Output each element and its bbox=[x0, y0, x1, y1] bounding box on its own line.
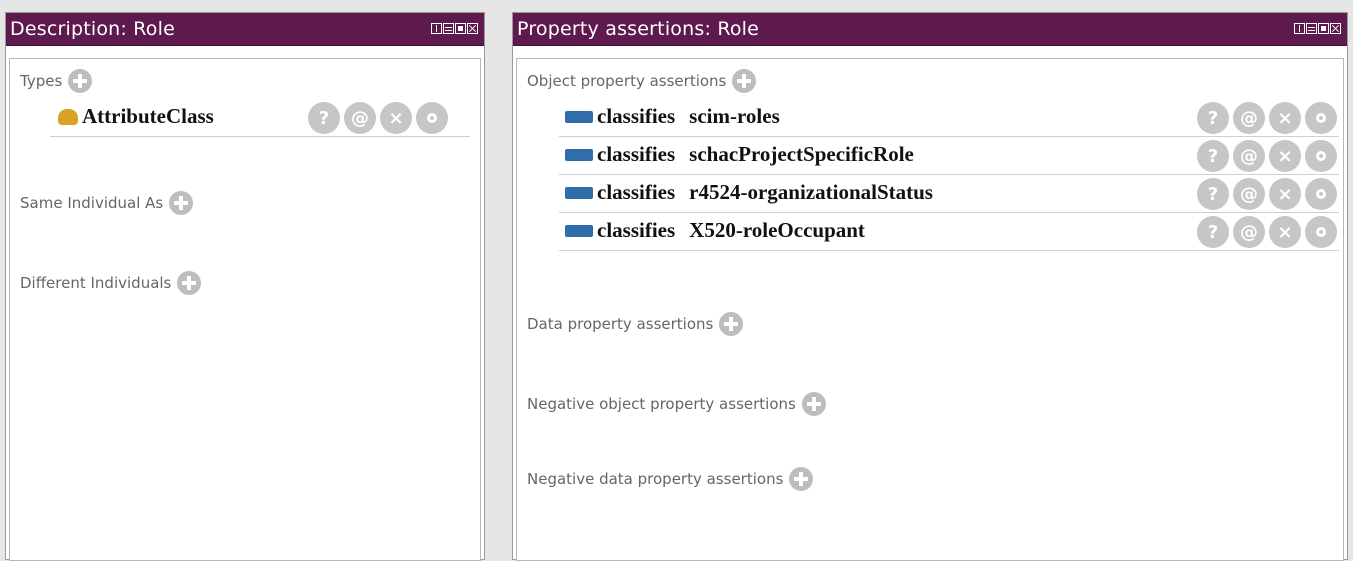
description-panel-title: Description: Role bbox=[10, 18, 175, 40]
object-property-icon bbox=[565, 186, 593, 199]
data-assertions-label: Data property assertions bbox=[527, 315, 714, 333]
object-assertion-row[interactable]: classifies X520-roleOccupant ? @ × bbox=[559, 213, 1339, 251]
edit-button[interactable] bbox=[1305, 178, 1337, 210]
property-value: r4524-organizationalStatus bbox=[689, 180, 933, 204]
class-icon bbox=[58, 108, 78, 125]
negative-object-assertions-label: Negative object property assertions bbox=[527, 395, 796, 413]
type-row[interactable]: AttributeClass ? @ × bbox=[50, 99, 470, 137]
description-panel: Description: Role Types AttributeClass ?… bbox=[5, 12, 485, 561]
edit-button[interactable] bbox=[1305, 140, 1337, 172]
add-data-assertion-button[interactable] bbox=[719, 312, 744, 336]
row-actions: ? @ × bbox=[308, 102, 448, 134]
property-value: X520-roleOccupant bbox=[689, 218, 865, 242]
property-name: classifies bbox=[597, 180, 676, 204]
edit-button[interactable] bbox=[1305, 102, 1337, 134]
annotate-button[interactable]: @ bbox=[344, 102, 376, 134]
object-assertion-row[interactable]: classifies r4524-organizationalStatus ? … bbox=[559, 175, 1339, 213]
delete-button[interactable]: × bbox=[1269, 178, 1301, 210]
add-same-individual-button[interactable] bbox=[169, 191, 194, 215]
annotate-button[interactable]: @ bbox=[1233, 102, 1265, 134]
object-property-icon bbox=[565, 110, 593, 123]
window-controls bbox=[431, 23, 478, 34]
row-actions: ? @ × bbox=[1197, 140, 1337, 172]
maximize-icon[interactable] bbox=[455, 23, 466, 34]
add-type-button[interactable] bbox=[68, 69, 93, 93]
assertions-panel-titlebar[interactable]: Property assertions: Role bbox=[513, 13, 1347, 46]
description-content: Types AttributeClass ? @ × Same Individu… bbox=[9, 58, 481, 561]
explain-button[interactable]: ? bbox=[1197, 140, 1229, 172]
add-negative-data-assertion-button[interactable] bbox=[789, 467, 814, 491]
edit-button[interactable] bbox=[1305, 216, 1337, 248]
float-icon[interactable] bbox=[1306, 23, 1317, 34]
property-value: scim-roles bbox=[689, 104, 780, 128]
window-controls bbox=[1294, 23, 1341, 34]
object-property-icon bbox=[565, 224, 593, 237]
explain-button[interactable]: ? bbox=[308, 102, 340, 134]
edit-button[interactable] bbox=[416, 102, 448, 134]
negative-object-assertions-section: Negative object property assertions bbox=[527, 392, 826, 416]
add-object-assertion-button[interactable] bbox=[732, 69, 757, 93]
explain-button[interactable]: ? bbox=[1197, 102, 1229, 134]
negative-data-assertions-label: Negative data property assertions bbox=[527, 470, 784, 488]
row-actions: ? @ × bbox=[1197, 216, 1337, 248]
maximize-icon[interactable] bbox=[1318, 23, 1329, 34]
object-assertions-section: Object property assertions bbox=[527, 69, 757, 93]
description-panel-titlebar[interactable]: Description: Role bbox=[6, 13, 484, 46]
add-different-individual-button[interactable] bbox=[177, 271, 202, 295]
different-individuals-label: Different Individuals bbox=[20, 274, 172, 292]
float-icon[interactable] bbox=[443, 23, 454, 34]
assertions-panel-title: Property assertions: Role bbox=[517, 18, 760, 40]
different-individuals-section: Different Individuals bbox=[20, 271, 202, 295]
annotate-button[interactable]: @ bbox=[1233, 178, 1265, 210]
property-value: schacProjectSpecificRole bbox=[689, 142, 914, 166]
types-section: Types bbox=[20, 69, 93, 93]
type-label: AttributeClass bbox=[82, 104, 214, 128]
object-assertion-row[interactable]: classifies scim-roles ? @ × bbox=[559, 99, 1339, 137]
explain-button[interactable]: ? bbox=[1197, 178, 1229, 210]
property-name: classifies bbox=[597, 142, 676, 166]
types-label: Types bbox=[20, 72, 63, 90]
object-assertions-label: Object property assertions bbox=[527, 72, 727, 90]
property-assertions-panel: Property assertions: Role Object propert… bbox=[512, 12, 1348, 561]
annotate-button[interactable]: @ bbox=[1233, 140, 1265, 172]
object-assertion-row[interactable]: classifies schacProjectSpecificRole ? @ … bbox=[559, 137, 1339, 175]
annotate-button[interactable]: @ bbox=[1233, 216, 1265, 248]
close-icon[interactable] bbox=[1330, 23, 1341, 34]
same-individual-section: Same Individual As bbox=[20, 191, 194, 215]
explain-button[interactable]: ? bbox=[1197, 216, 1229, 248]
object-property-icon bbox=[565, 148, 593, 161]
same-individual-label: Same Individual As bbox=[20, 194, 164, 212]
delete-button[interactable]: × bbox=[380, 102, 412, 134]
assertions-content: Object property assertions classifies sc… bbox=[516, 58, 1344, 561]
delete-button[interactable]: × bbox=[1269, 140, 1301, 172]
add-negative-object-assertion-button[interactable] bbox=[801, 392, 826, 416]
row-actions: ? @ × bbox=[1197, 102, 1337, 134]
views-icon[interactable] bbox=[1294, 23, 1305, 34]
close-icon[interactable] bbox=[467, 23, 478, 34]
delete-button[interactable]: × bbox=[1269, 216, 1301, 248]
property-name: classifies bbox=[597, 218, 676, 242]
row-actions: ? @ × bbox=[1197, 178, 1337, 210]
negative-data-assertions-section: Negative data property assertions bbox=[527, 467, 814, 491]
views-icon[interactable] bbox=[431, 23, 442, 34]
data-assertions-section: Data property assertions bbox=[527, 312, 744, 336]
delete-button[interactable]: × bbox=[1269, 102, 1301, 134]
property-name: classifies bbox=[597, 104, 676, 128]
